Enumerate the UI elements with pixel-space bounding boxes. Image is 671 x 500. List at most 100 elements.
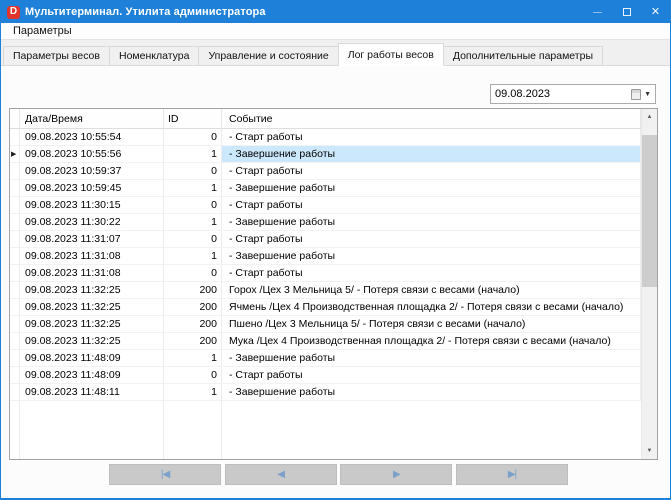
cell-id: 0 bbox=[164, 197, 222, 214]
cell-event: - Старт работы bbox=[222, 367, 641, 384]
row-selector: ▶ bbox=[10, 231, 20, 248]
tab-control-and-state[interactable]: Управление и состояние bbox=[198, 46, 338, 65]
log-table: Дата/Время ID Событие ▶ 09.08.2023 10:55… bbox=[9, 108, 658, 460]
window-title: Мультитерминал. Утилита администратора bbox=[25, 6, 266, 18]
tab-nomenclature[interactable]: Номенклатура bbox=[109, 46, 199, 65]
pager-last-button[interactable]: ▶| bbox=[456, 464, 568, 485]
minimize-icon bbox=[593, 12, 602, 13]
row-selector: ▶ bbox=[10, 265, 20, 282]
vertical-scrollbar[interactable]: ▲ ▼ bbox=[641, 109, 657, 459]
table-header: Дата/Время ID Событие bbox=[10, 109, 641, 129]
menubar: Параметры bbox=[1, 23, 670, 40]
pager-prev-button[interactable]: ◀ bbox=[225, 464, 337, 485]
cell-id: 1 bbox=[164, 350, 222, 367]
cell-datetime: 09.08.2023 11:48:09 bbox=[20, 367, 164, 384]
scrollbar-thumb[interactable] bbox=[642, 135, 657, 287]
column-header-datetime[interactable]: Дата/Время bbox=[20, 109, 164, 129]
maximize-button[interactable] bbox=[612, 1, 641, 23]
cell-datetime: 09.08.2023 11:48:09 bbox=[20, 350, 164, 367]
cell-event: - Старт работы bbox=[222, 129, 641, 146]
cell-datetime: 09.08.2023 11:32:25 bbox=[20, 316, 164, 333]
cell-id: 1 bbox=[164, 146, 222, 163]
cell-id: 0 bbox=[164, 265, 222, 282]
cell-id: 0 bbox=[164, 163, 222, 180]
cell-datetime: 09.08.2023 11:31:07 bbox=[20, 231, 164, 248]
tab-scale-parameters[interactable]: Параметры весов bbox=[3, 46, 110, 65]
cell-datetime: 09.08.2023 11:30:22 bbox=[20, 214, 164, 231]
row-selector: ▶ bbox=[10, 129, 20, 146]
cell-datetime: 09.08.2023 11:32:25 bbox=[20, 282, 164, 299]
table-row[interactable]: ▶ 09.08.2023 11:31:08 0 - Старт работы bbox=[10, 265, 641, 282]
table-row[interactable]: ▶ 09.08.2023 10:55:56 1 - Завершение раб… bbox=[10, 146, 641, 163]
selected-row-marker-icon: ▶ bbox=[11, 151, 16, 158]
tabstrip: Параметры весов Номенклатура Управление … bbox=[1, 40, 670, 66]
cell-event: - Старт работы bbox=[222, 231, 641, 248]
cell-event: - Завершение работы bbox=[222, 350, 641, 367]
row-selector: ▶ bbox=[10, 367, 20, 384]
pager-first-button[interactable]: |◀ bbox=[109, 464, 221, 485]
menu-item-parameters[interactable]: Параметры bbox=[9, 25, 76, 37]
scroll-up-button[interactable]: ▲ bbox=[642, 109, 657, 125]
row-selector: ▶ bbox=[10, 248, 20, 265]
table-row[interactable]: ▶ 09.08.2023 11:32:25 200 Горох /Цех 3 М… bbox=[10, 282, 641, 299]
cell-datetime: 09.08.2023 11:48:11 bbox=[20, 384, 164, 401]
cell-id: 0 bbox=[164, 129, 222, 146]
date-filter[interactable]: 09.08.2023 ▼ bbox=[490, 84, 656, 104]
cell-event: Пшено /Цех 3 Мельница 5/ - Потеря связи … bbox=[222, 316, 641, 333]
cell-id: 1 bbox=[164, 248, 222, 265]
cell-event: Ячмень /Цех 4 Производственная площадка … bbox=[222, 299, 641, 316]
table-row[interactable]: ▶ 09.08.2023 11:48:09 0 - Старт работы bbox=[10, 367, 641, 384]
table-row[interactable]: ▶ 09.08.2023 11:31:08 1 - Завершение раб… bbox=[10, 248, 641, 265]
cell-datetime: 09.08.2023 10:55:54 bbox=[20, 129, 164, 146]
cell-datetime: 09.08.2023 11:32:25 bbox=[20, 333, 164, 350]
tab-scale-log[interactable]: Лог работы весов bbox=[338, 43, 444, 66]
table-body: ▶ 09.08.2023 10:55:54 0 - Старт работы ▶… bbox=[10, 129, 641, 401]
pager: |◀ ◀ ▶ ▶| bbox=[109, 464, 568, 485]
app-window: D Мультитерминал. Утилита администратора… bbox=[0, 0, 671, 500]
cell-datetime: 09.08.2023 11:30:15 bbox=[20, 197, 164, 214]
table-row[interactable]: ▶ 09.08.2023 10:59:45 1 - Завершение раб… bbox=[10, 180, 641, 197]
cell-datetime: 09.08.2023 10:59:45 bbox=[20, 180, 164, 197]
row-selector: ▶ bbox=[10, 282, 20, 299]
cell-datetime: 09.08.2023 10:59:37 bbox=[20, 163, 164, 180]
cell-event: - Завершение работы bbox=[222, 214, 641, 231]
chevron-down-icon[interactable]: ▼ bbox=[644, 91, 651, 98]
table-row[interactable]: ▶ 09.08.2023 11:30:15 0 - Старт работы bbox=[10, 197, 641, 214]
row-selector: ▶ bbox=[10, 333, 20, 350]
cell-event: - Завершение работы bbox=[222, 146, 641, 163]
cell-event: - Завершение работы bbox=[222, 180, 641, 197]
column-header-event[interactable]: Событие bbox=[222, 109, 641, 129]
table-row[interactable]: ▶ 09.08.2023 11:30:22 1 - Завершение раб… bbox=[10, 214, 641, 231]
table-row[interactable]: ▶ 09.08.2023 11:32:25 200 Пшено /Цех 3 М… bbox=[10, 316, 641, 333]
cell-id: 200 bbox=[164, 282, 222, 299]
minimize-button[interactable] bbox=[583, 1, 612, 23]
scrollbar-track[interactable] bbox=[642, 125, 657, 443]
cell-id: 200 bbox=[164, 299, 222, 316]
close-icon: ✕ bbox=[651, 7, 660, 18]
row-selector: ▶ bbox=[10, 146, 20, 163]
table-row[interactable]: ▶ 09.08.2023 11:31:07 0 - Старт работы bbox=[10, 231, 641, 248]
cell-id: 1 bbox=[164, 214, 222, 231]
cell-id: 200 bbox=[164, 333, 222, 350]
table-row[interactable]: ▶ 09.08.2023 10:59:37 0 - Старт работы bbox=[10, 163, 641, 180]
cell-datetime: 09.08.2023 11:31:08 bbox=[20, 248, 164, 265]
scroll-down-button[interactable]: ▼ bbox=[642, 443, 657, 459]
column-header-id[interactable]: ID bbox=[164, 109, 222, 129]
cell-event: - Старт работы bbox=[222, 265, 641, 282]
close-button[interactable]: ✕ bbox=[641, 1, 670, 23]
log-table-columns: Дата/Время ID Событие ▶ 09.08.2023 10:55… bbox=[10, 109, 641, 459]
table-row[interactable]: ▶ 09.08.2023 11:32:25 200 Мука /Цех 4 Пр… bbox=[10, 333, 641, 350]
row-selector: ▶ bbox=[10, 214, 20, 231]
table-row[interactable]: ▶ 09.08.2023 11:48:11 1 - Завершение раб… bbox=[10, 384, 641, 401]
cell-datetime: 09.08.2023 10:55:56 bbox=[20, 146, 164, 163]
table-row[interactable]: ▶ 09.08.2023 10:55:54 0 - Старт работы bbox=[10, 129, 641, 146]
grid-empty-area bbox=[10, 401, 641, 459]
table-row[interactable]: ▶ 09.08.2023 11:32:25 200 Ячмень /Цех 4 … bbox=[10, 299, 641, 316]
pager-next-button[interactable]: ▶ bbox=[340, 464, 452, 485]
cell-event: Горох /Цех 3 Мельница 5/ - Потеря связи … bbox=[222, 282, 641, 299]
row-selector: ▶ bbox=[10, 350, 20, 367]
calendar-icon bbox=[631, 89, 641, 100]
cell-datetime: 09.08.2023 11:32:25 bbox=[20, 299, 164, 316]
tab-additional-parameters[interactable]: Дополнительные параметры bbox=[443, 46, 603, 65]
table-row[interactable]: ▶ 09.08.2023 11:48:09 1 - Завершение раб… bbox=[10, 350, 641, 367]
